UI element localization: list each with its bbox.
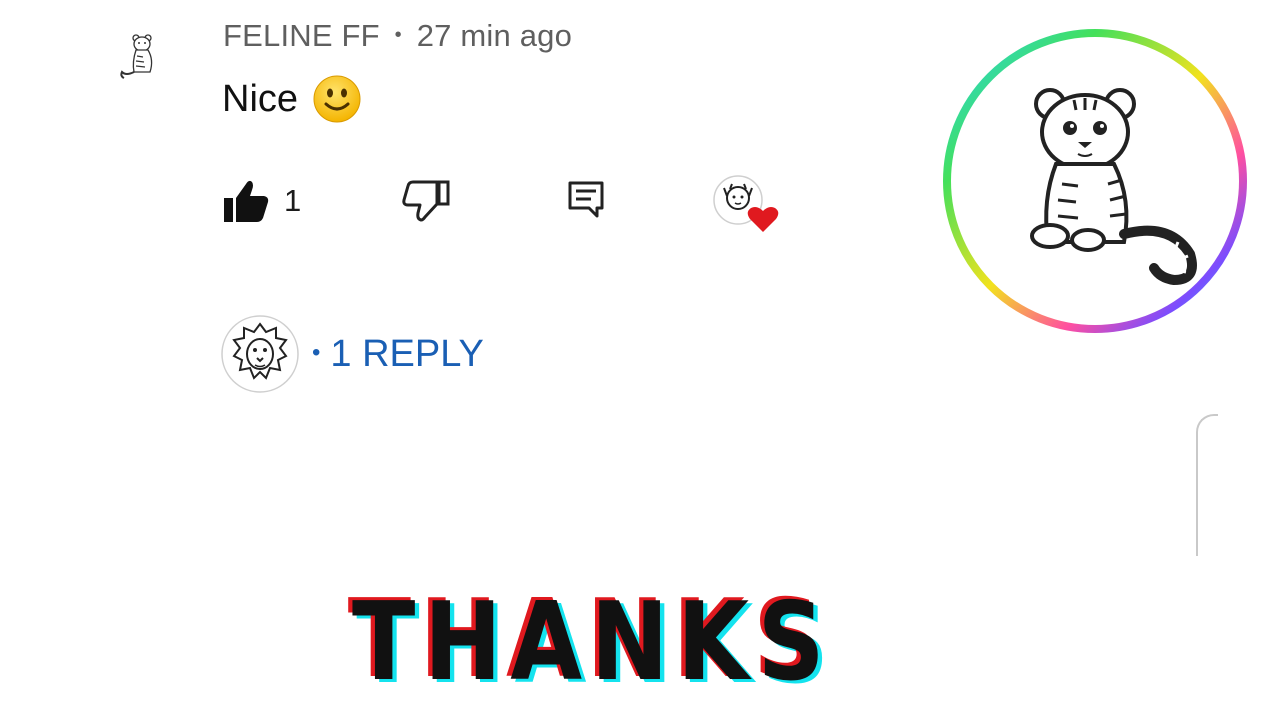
replies-text: 1 REPLY <box>330 332 484 375</box>
replies-dot: • <box>312 338 321 366</box>
comment-icon <box>568 181 604 218</box>
replies-count-label[interactable]: • 1 REPLY <box>312 333 484 376</box>
creator-heart-badge <box>712 174 782 234</box>
thumbs-down-icon <box>402 180 450 222</box>
like-count: 1 <box>284 183 302 218</box>
comment-text: Nice <box>222 77 299 120</box>
comment-time: 27 min ago <box>416 18 573 53</box>
comment-body: Nice <box>222 74 362 124</box>
comment-header: FELINE FF • 27 min ago <box>223 18 572 54</box>
tiger-cub-icon <box>943 29 1247 333</box>
scroll-edge <box>1196 414 1218 556</box>
lion-avatar-icon <box>221 315 299 393</box>
author-avatar[interactable] <box>110 26 170 86</box>
creator-heart-icon <box>713 175 779 232</box>
thumbs-up-icon <box>224 180 269 222</box>
dislike-button[interactable] <box>401 178 451 229</box>
like-button[interactable]: 1 <box>222 178 301 224</box>
view-replies-button[interactable]: • 1 REPLY <box>220 314 484 394</box>
channel-avatar-large <box>938 24 1252 338</box>
tiger-avatar-icon <box>120 34 153 79</box>
slightly-smiling-face-icon <box>312 74 362 124</box>
meta-separator: • <box>394 24 402 46</box>
comment-author[interactable]: FELINE FF <box>223 18 380 53</box>
thanks-banner: THANKS <box>352 580 834 705</box>
reply-button[interactable] <box>567 180 605 225</box>
comment-screen: FELINE FF • 27 min ago Nice 1 • 1 REPLY … <box>0 0 1280 720</box>
